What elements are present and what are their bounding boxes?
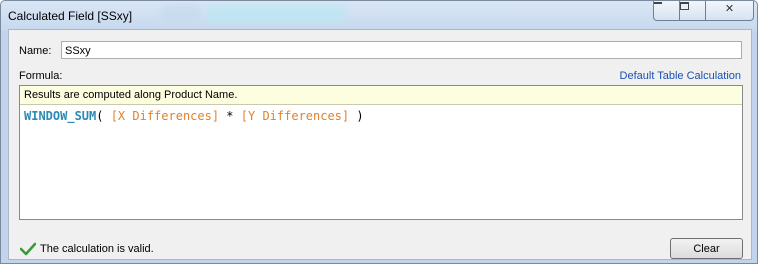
blurred-title-region xyxy=(161,5,201,23)
default-table-calculation-link[interactable]: Default Table Calculation xyxy=(620,70,741,82)
name-label: Name: xyxy=(19,45,52,57)
title-bar[interactable]: Calculated Field [SSxy] ✕ xyxy=(1,1,757,29)
function-token: WINDOW_SUM xyxy=(24,109,97,123)
checkmark-icon xyxy=(20,242,36,256)
close-button[interactable]: ✕ xyxy=(705,1,754,21)
operator-token: * xyxy=(219,109,241,123)
validation-status: The calculation is valid. xyxy=(40,243,154,255)
calculated-field-dialog: Calculated Field [SSxy] ✕ Name: SSxy For… xyxy=(0,0,758,264)
close-paren-token: ) xyxy=(349,109,364,123)
minimize-button[interactable] xyxy=(653,1,681,21)
field-token: [Y Differences] xyxy=(240,109,350,123)
blurred-title-region xyxy=(206,5,346,23)
formula-editor[interactable]: Results are computed along Product Name.… xyxy=(19,85,743,220)
close-icon: ✕ xyxy=(724,3,735,15)
maximize-icon xyxy=(680,2,689,10)
open-paren-token: ( xyxy=(96,109,111,123)
formula-code[interactable]: WINDOW_SUM( [X Differences] * [Y Differe… xyxy=(24,109,364,123)
name-field[interactable]: SSxy xyxy=(61,41,742,59)
clear-button[interactable]: Clear xyxy=(670,238,743,259)
dialog-body: Name: SSxy Formula: Default Table Calcul… xyxy=(8,29,752,260)
maximize-button[interactable] xyxy=(679,1,707,21)
minimize-icon xyxy=(654,2,662,4)
computation-notice: Results are computed along Product Name. xyxy=(20,86,742,105)
window-title: Calculated Field [SSxy] xyxy=(8,9,133,23)
formula-label: Formula: xyxy=(19,70,63,82)
field-token: [X Differences] xyxy=(110,109,220,123)
